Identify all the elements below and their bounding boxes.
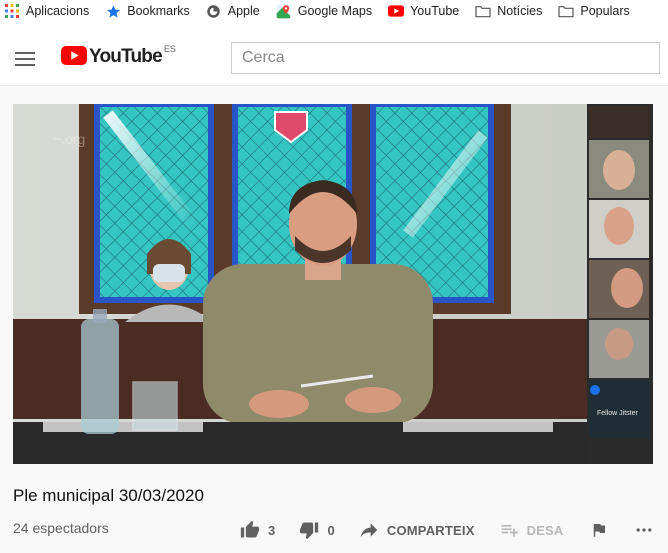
folder-icon bbox=[475, 3, 491, 19]
like-button[interactable]: 3 bbox=[240, 520, 275, 540]
more-actions-button[interactable] bbox=[634, 520, 654, 540]
bookmark-apple[interactable]: Apple bbox=[206, 3, 260, 19]
save-label: DESA bbox=[526, 522, 564, 538]
thumbs-up-icon bbox=[240, 520, 260, 538]
svg-text:~.org: ~.org bbox=[53, 131, 85, 147]
video-frame: ~.org bbox=[13, 104, 653, 464]
bookmark-label: Populars bbox=[580, 4, 630, 18]
bookmark-label: Bookmarks bbox=[127, 4, 190, 18]
share-label: COMPARTEIX bbox=[386, 522, 475, 538]
bookmark-youtube[interactable]: YouTube bbox=[388, 3, 459, 19]
bookmark-label: Apple bbox=[227, 4, 260, 18]
star-icon bbox=[105, 3, 121, 19]
video-title: Ple municipal 30/03/2020 bbox=[13, 486, 204, 505]
bookmark-noticies[interactable]: Notícies bbox=[475, 3, 542, 19]
dislike-button[interactable]: 0 bbox=[299, 520, 335, 540]
bookmark-label: YouTube bbox=[410, 4, 460, 18]
bookmarks-bar: Aplicacions Bookmarks Apple Google Maps … bbox=[0, 0, 668, 22]
share-arrow-icon bbox=[360, 523, 378, 538]
folder-icon bbox=[558, 3, 574, 19]
search-input[interactable] bbox=[231, 42, 660, 74]
video-actions: 3 0 COMPARTEIX DESA bbox=[240, 518, 654, 542]
youtube-logo-icon bbox=[61, 46, 87, 65]
youtube-logo[interactable]: YouTube ES bbox=[61, 44, 176, 68]
bookmark-google-maps[interactable]: Google Maps bbox=[276, 3, 372, 19]
participant-caption: Fellow Jitster bbox=[597, 410, 638, 417]
thumbs-down-icon bbox=[300, 522, 319, 540]
google-maps-icon bbox=[276, 3, 292, 19]
save-button[interactable]: DESA bbox=[499, 520, 564, 540]
apps-grid-icon bbox=[4, 3, 20, 19]
apple-icon bbox=[206, 3, 222, 19]
logo-text: YouTube bbox=[89, 46, 163, 67]
bookmark-apps[interactable]: Aplicacions bbox=[4, 3, 89, 19]
like-count: 3 bbox=[268, 522, 276, 538]
view-count: 24 espectadors bbox=[13, 520, 109, 536]
bookmark-label: Notícies bbox=[497, 4, 543, 18]
bookmark-bookmarks[interactable]: Bookmarks bbox=[105, 3, 190, 19]
bookmark-label: Aplicacions bbox=[26, 4, 90, 18]
playlist-add-icon bbox=[501, 525, 518, 537]
menu-icon[interactable] bbox=[15, 52, 35, 66]
bookmark-populars[interactable]: Populars bbox=[558, 3, 630, 19]
youtube-icon bbox=[388, 3, 405, 19]
bookmark-label: Google Maps bbox=[297, 4, 373, 18]
video-player[interactable]: ~.org Fellow Jitster bbox=[13, 104, 653, 464]
report-button[interactable] bbox=[590, 521, 608, 539]
share-button[interactable]: COMPARTEIX bbox=[359, 520, 475, 540]
dislike-count: 0 bbox=[327, 522, 335, 538]
flag-icon bbox=[593, 524, 605, 537]
more-horizontal-icon bbox=[636, 528, 652, 532]
region-code: ES bbox=[163, 44, 176, 54]
